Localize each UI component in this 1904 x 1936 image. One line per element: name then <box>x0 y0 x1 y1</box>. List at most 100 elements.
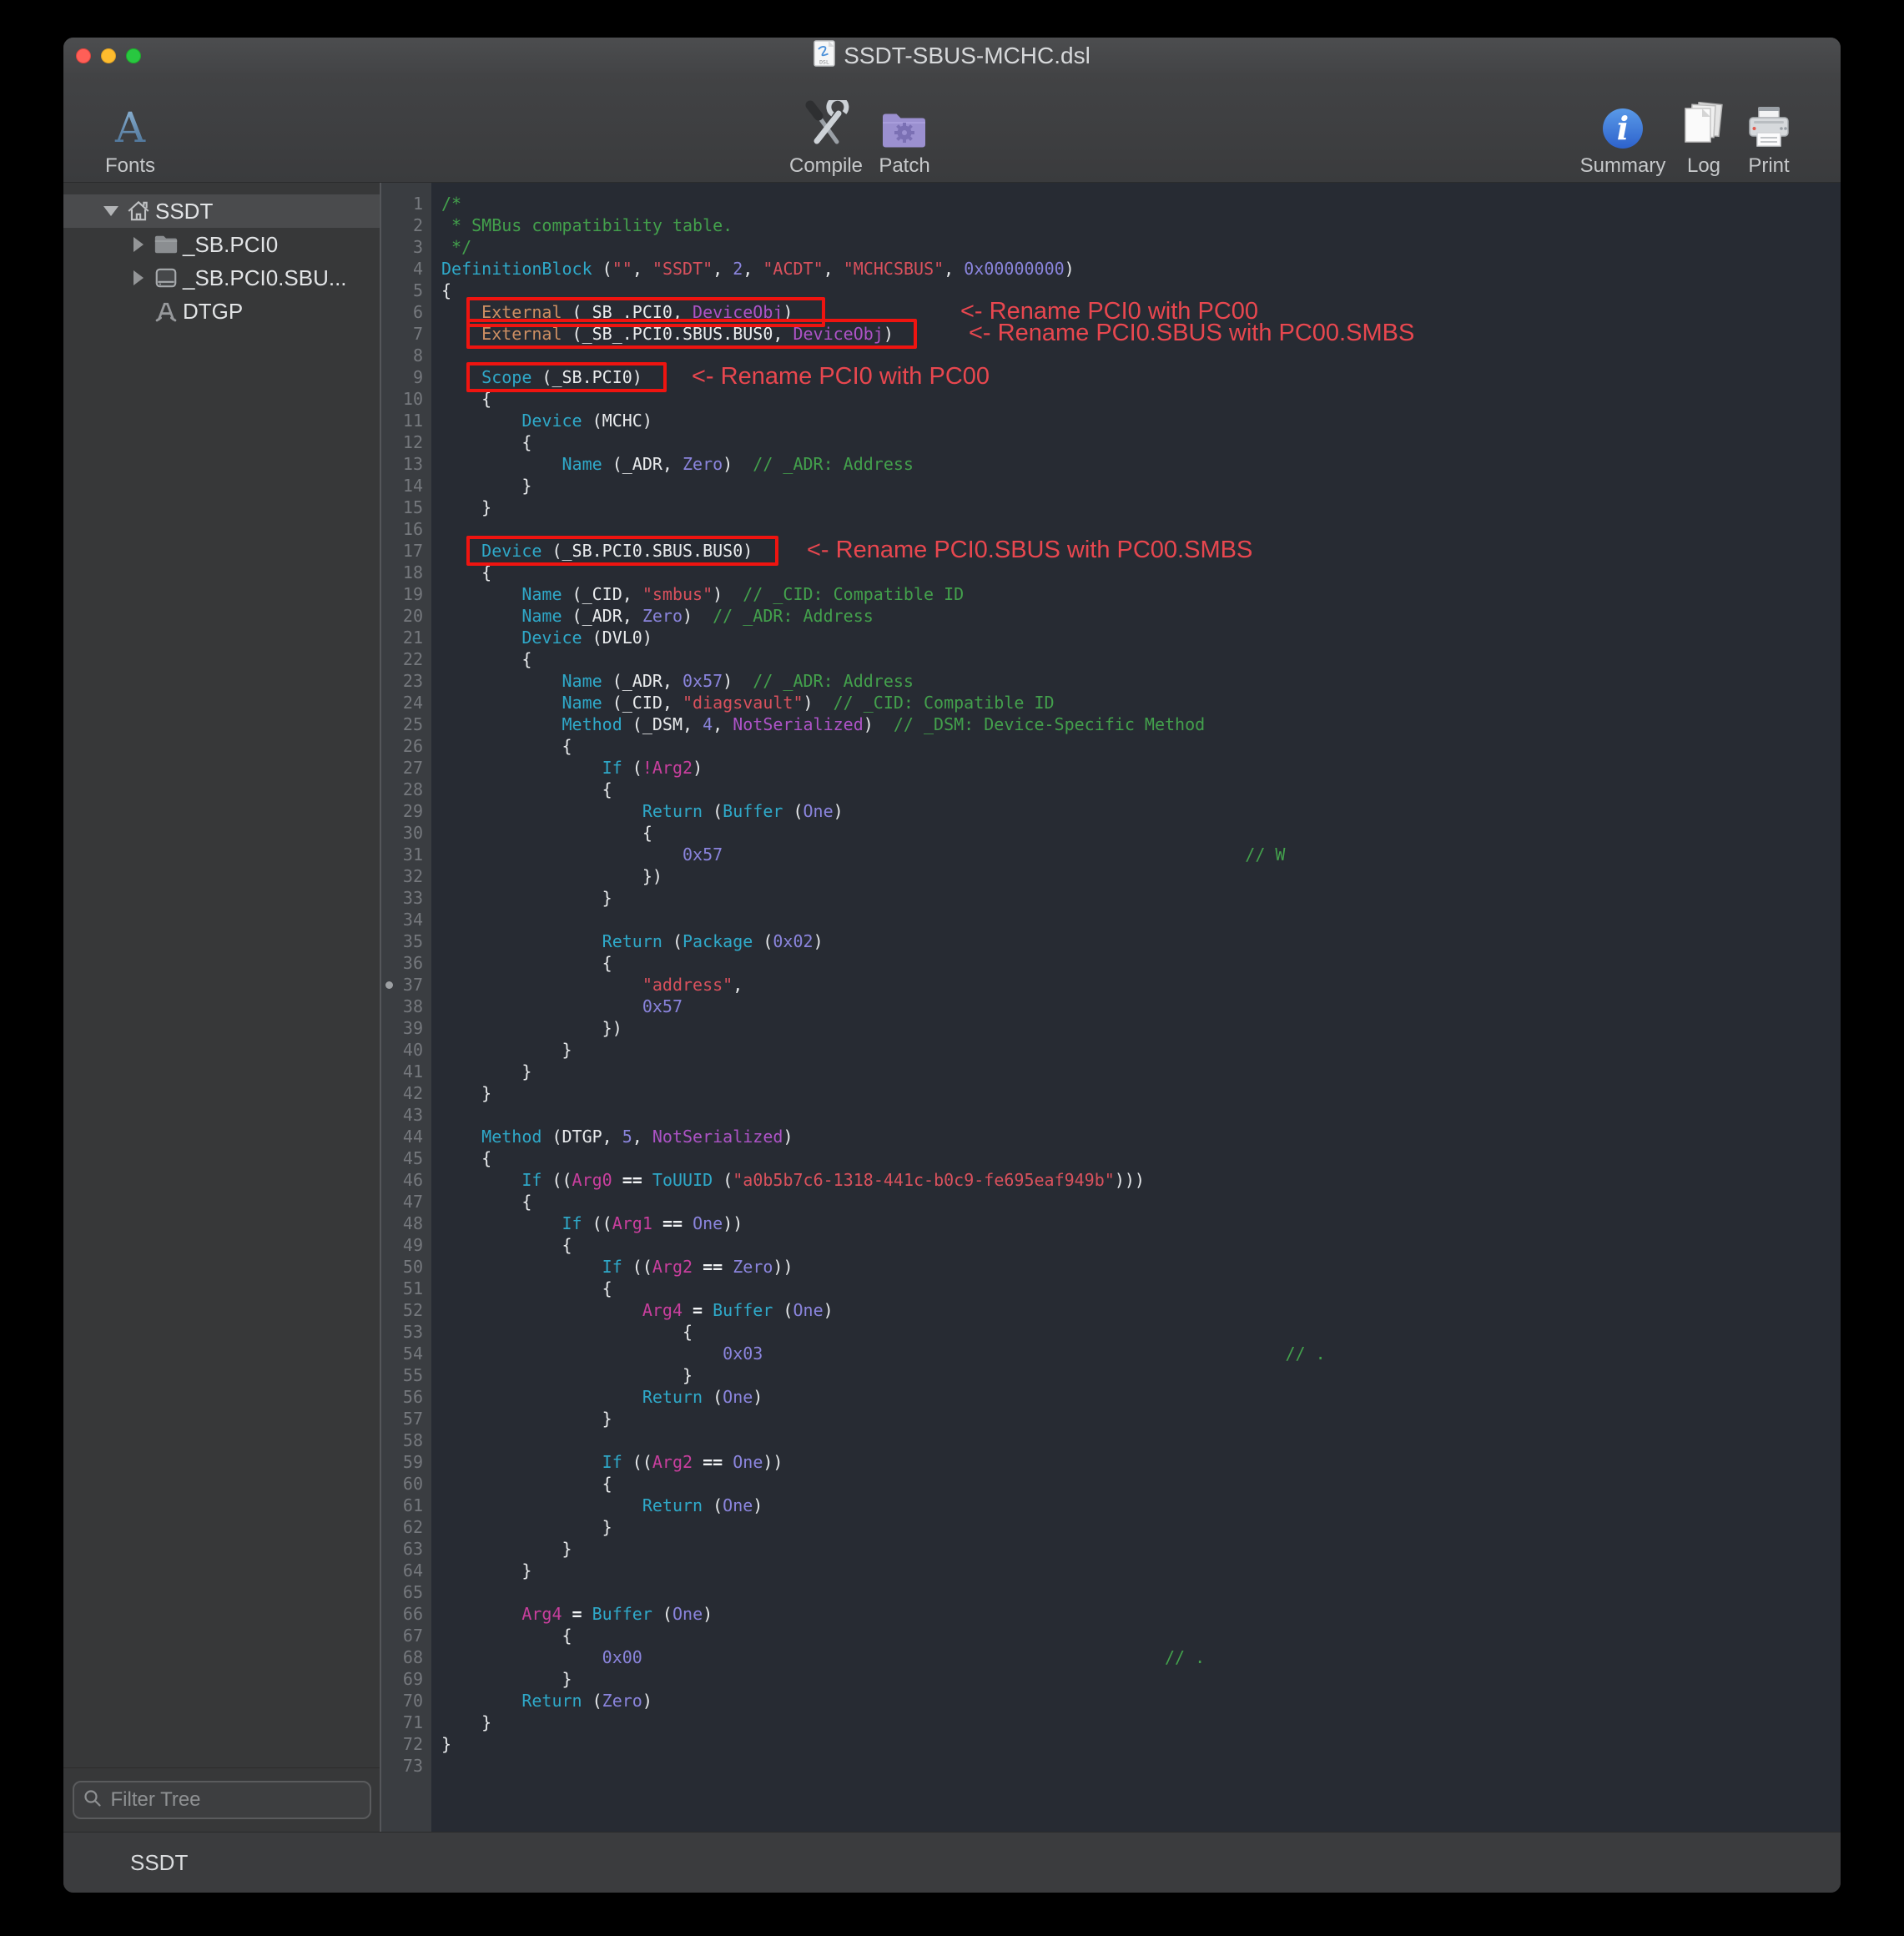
fonts-button[interactable]: A Fonts <box>80 80 180 177</box>
code-line: DefinitionBlock ("", "SSDT", 2, "ACDT", … <box>441 258 1841 280</box>
sidebar: SSDT _SB.PCI0 _SB.PCI0.SBU... DTGP <box>63 183 380 1832</box>
code-line: Name (_ADR, Zero) // _ADR: Address <box>441 453 1841 475</box>
line-number: 62 <box>381 1516 431 1538</box>
line-number: 68 <box>381 1646 431 1668</box>
line-number: 22 <box>381 648 431 670</box>
sidebar-item-ssdt[interactable]: SSDT <box>63 194 380 228</box>
code-line: */ <box>441 236 1841 258</box>
line-number: 46 <box>381 1169 431 1191</box>
info-icon: i <box>1601 90 1645 150</box>
title-bar: DSL SSDT-SBUS-MCHC.dsl <box>63 38 1841 73</box>
compile-tools-icon <box>802 90 850 150</box>
app-window: DSL SSDT-SBUS-MCHC.dsl A Fonts <box>63 38 1841 1893</box>
line-number: 54 <box>381 1343 431 1364</box>
line-number: 12 <box>381 431 431 453</box>
code-line: 0x57 // W <box>441 844 1841 865</box>
line-number: 70 <box>381 1690 431 1712</box>
code-line: { <box>441 1191 1841 1213</box>
status-bar: SSDT <box>63 1832 1841 1893</box>
code-editor[interactable]: 1234567891011121314151617181920212223242… <box>380 183 1841 1832</box>
device-icon <box>149 265 183 290</box>
code-line: }) <box>441 865 1841 887</box>
line-number: 4 <box>381 258 431 280</box>
minimize-button[interactable] <box>101 48 116 63</box>
code-area[interactable]: /* * SMBus compatibility table. */Defini… <box>431 183 1841 1832</box>
code-line: } <box>441 1408 1841 1429</box>
line-number: 64 <box>381 1560 431 1581</box>
line-number: 34 <box>381 909 431 930</box>
line-number: 24 <box>381 692 431 713</box>
line-number: 6 <box>381 301 431 323</box>
line-number: 57 <box>381 1408 431 1429</box>
code-line: { <box>441 1278 1841 1299</box>
code-line: 0x03 // . <box>441 1343 1841 1364</box>
code-line: { <box>441 1625 1841 1646</box>
line-number: 65 <box>381 1581 431 1603</box>
line-number: 53 <box>381 1321 431 1343</box>
line-number: 50 <box>381 1256 431 1278</box>
line-number: 49 <box>381 1234 431 1256</box>
gutter-marker-dot <box>385 981 393 989</box>
code-line: If ((Arg1 == One)) <box>441 1213 1841 1234</box>
code-line: Arg4 = Buffer (One) <box>441 1299 1841 1321</box>
code-line: } <box>441 1538 1841 1560</box>
line-number: 41 <box>381 1061 431 1082</box>
code-line: { <box>441 779 1841 800</box>
line-number: 3 <box>381 236 431 258</box>
rename-highlight-box <box>466 362 667 392</box>
close-button[interactable] <box>76 48 91 63</box>
sidebar-item--sb-pci0[interactable]: _SB.PCI0 <box>63 228 380 261</box>
disclosure-right-icon[interactable] <box>128 237 149 252</box>
line-number: 60 <box>381 1473 431 1495</box>
patch-folder-gear-icon <box>879 90 929 150</box>
code-line: } <box>441 1061 1841 1082</box>
printer-icon <box>1745 90 1792 150</box>
line-number-gutter: 1234567891011121314151617181920212223242… <box>380 183 431 1832</box>
code-line <box>441 1104 1841 1126</box>
filter-tree-box[interactable] <box>73 1781 371 1819</box>
sidebar-item--sb-pci0-sbu-[interactable]: _SB.PCI0.SBU... <box>63 261 380 295</box>
code-line <box>441 1429 1841 1451</box>
line-number: 26 <box>381 735 431 757</box>
code-line: { <box>441 1321 1841 1343</box>
code-line: } <box>441 1082 1841 1104</box>
line-number: 5 <box>381 280 431 301</box>
tree-item-label: _SB.PCI0.SBU... <box>183 265 347 291</box>
line-number: 61 <box>381 1495 431 1516</box>
code-line: * SMBus compatibility table. <box>441 214 1841 236</box>
sidebar-item-dtgp[interactable]: DTGP <box>63 295 380 328</box>
code-line: } <box>441 1560 1841 1581</box>
filter-tree-input[interactable] <box>109 1787 371 1812</box>
house-icon <box>122 199 155 224</box>
line-number: 42 <box>381 1082 431 1104</box>
line-number: 10 <box>381 388 431 410</box>
document-icon: DSL <box>813 40 835 71</box>
folder-icon <box>149 233 183 256</box>
line-number: 59 <box>381 1451 431 1473</box>
disclosure-down-icon[interactable] <box>100 206 122 216</box>
code-line: If ((Arg0 == ToUUID ("a0b5b7c6-1318-441c… <box>441 1169 1841 1191</box>
line-number: 45 <box>381 1147 431 1169</box>
line-number: 23 <box>381 670 431 692</box>
line-number: 31 <box>381 844 431 865</box>
line-number: 71 <box>381 1712 431 1733</box>
print-button[interactable]: Print <box>1719 80 1819 177</box>
code-line: } <box>441 475 1841 497</box>
code-line: { <box>441 952 1841 974</box>
line-number: 47 <box>381 1191 431 1213</box>
code-line: Name (_CID, "diagsvault") // _CID: Compa… <box>441 692 1841 713</box>
line-number: 40 <box>381 1039 431 1061</box>
disclosure-right-icon[interactable] <box>128 270 149 285</box>
log-label: Log <box>1687 155 1720 177</box>
tree-item-label: _SB.PCI0 <box>183 232 278 258</box>
fonts-icon: A <box>110 90 150 150</box>
patch-button[interactable]: Patch <box>854 80 955 177</box>
zoom-button[interactable] <box>126 48 141 63</box>
line-number: 56 <box>381 1386 431 1408</box>
rename-highlight-box <box>466 536 778 566</box>
line-number: 51 <box>381 1278 431 1299</box>
line-number: 43 <box>381 1104 431 1126</box>
tree-item-label: DTGP <box>183 299 243 325</box>
code-line: Device (MCHC) <box>441 410 1841 431</box>
code-line: } <box>441 1516 1841 1538</box>
